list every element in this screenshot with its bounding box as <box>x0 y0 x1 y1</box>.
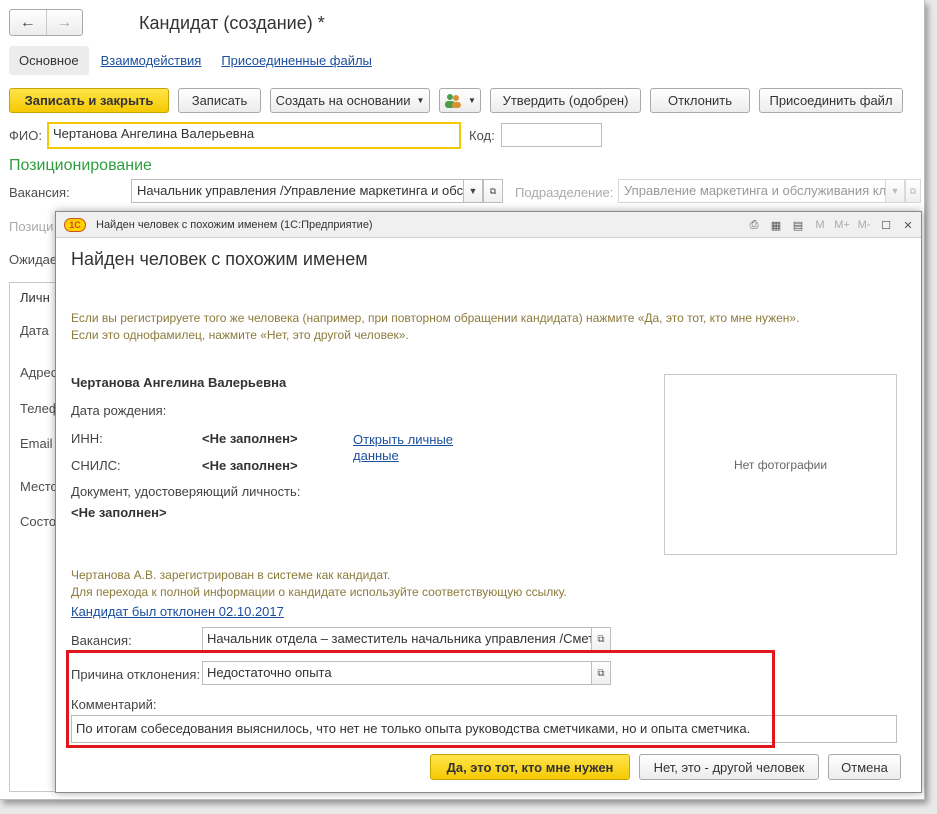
open-personal-data-link[interactable]: Открыть личные данные <box>353 432 453 464</box>
calculator-icon[interactable]: ▦ <box>767 216 785 234</box>
open-personal-data-line1: Открыть личные <box>353 432 454 447</box>
code-input[interactable] <box>501 123 602 147</box>
dropdown-caret-icon: ▼ <box>468 96 476 105</box>
identity-doc-value: <Не заполнен> <box>71 505 167 520</box>
yes-this-person-button[interactable]: Да, это тот, кто мне нужен <box>430 754 630 780</box>
users-menu-button[interactable]: ▼ <box>439 88 481 113</box>
snils-label: СНИЛС: <box>71 458 121 473</box>
tab-attached-files[interactable]: Присоединенные файлы <box>221 46 372 75</box>
fio-input[interactable]: Чертанова Ангелина Валерьевна <box>47 122 461 149</box>
phone-label-partial: Телеф <box>20 401 60 416</box>
email-label-partial: Email <box>20 436 53 451</box>
code-label: Код: <box>469 128 495 143</box>
snils-value: <Не заполнен> <box>202 458 298 473</box>
dialog-info-line2: Если это однофамилец, нажмите «Нет, это … <box>71 328 409 342</box>
address-label-partial: Адрес <box>20 365 58 380</box>
no-other-person-button[interactable]: Нет, это - другой человек <box>639 754 819 780</box>
division-open-icon: ⧉ <box>905 179 921 203</box>
tab-main[interactable]: Основное <box>9 46 89 75</box>
vacancy-open-icon[interactable]: ⧉ <box>483 179 503 203</box>
titlebar-icons: ⎙ ▦ ▤ M M+ M- ☐ ✕ <box>745 216 917 234</box>
close-icon[interactable]: ✕ <box>899 216 917 234</box>
calendar-icon[interactable]: ▤ <box>789 216 807 234</box>
form-toolbar: Записать и закрыть Записать Создать на о… <box>9 88 903 113</box>
person-name: Чертанова Ангелина Валерьевна <box>71 375 287 390</box>
tab-interactions[interactable]: Взаимодействия <box>101 46 202 75</box>
memory-plus-icon: M+ <box>834 219 850 231</box>
cancel-button[interactable]: Отмена <box>828 754 901 780</box>
inn-label: ИНН: <box>71 431 103 446</box>
nav-buttons: ← → <box>9 9 83 36</box>
no-photo-text: Нет фотографии <box>733 457 828 472</box>
tab-personal-partial[interactable]: Личн <box>20 290 50 305</box>
form-tabs: Основное Взаимодействия Присоединенные ф… <box>9 46 380 75</box>
identity-doc-label: Документ, удостоверяющий личность: <box>71 484 301 499</box>
personal-tab-panel: Личн Дата Адрес Телеф Email Место Состо <box>9 282 60 792</box>
place-label-partial: Место <box>20 479 58 494</box>
dialog-vacancy-field[interactable]: Начальник отдела – заместитель начальник… <box>202 627 592 651</box>
dialog-caption: Найден человек с похожим именем (1С:Пред… <box>96 218 373 231</box>
vacancy-label: Вакансия: <box>9 185 70 200</box>
reject-button[interactable]: Отклонить <box>650 88 750 113</box>
print-icon[interactable]: ⎙ <box>745 216 763 234</box>
photo-placeholder: Нет фотографии <box>664 374 897 555</box>
candidate-rejected-link[interactable]: Кандидат был отклонен 02.10.2017 <box>71 604 284 619</box>
create-based-on-label: Создать на основании <box>275 93 411 108</box>
1c-logo-icon: 1С <box>64 217 86 232</box>
status-label-partial: Состо <box>20 514 57 529</box>
division-label: Подразделение: <box>515 185 614 200</box>
dialog-buttons: Да, это тот, кто мне нужен Нет, это - др… <box>430 754 901 780</box>
users-icon <box>445 93 462 108</box>
division-input: Управление маркетинга и обслуживания кли <box>618 179 886 203</box>
position-label-partial: Позици <box>9 219 54 234</box>
division-dropdown-icon: ▼ <box>885 179 905 203</box>
open-personal-data-line2: данные <box>353 448 399 463</box>
memory-m-icon: M <box>815 219 825 231</box>
approve-button[interactable]: Утвердить (одобрен) <box>490 88 641 113</box>
vacancy-dropdown-icon[interactable]: ▼ <box>463 179 483 203</box>
inn-value: <Не заполнен> <box>202 431 298 446</box>
fio-label: ФИО: <box>9 128 42 143</box>
dialog-titlebar: 1С Найден человек с похожим именем (1С:П… <box>56 212 921 238</box>
registered-line1: Чертанова А.В. зарегистрирован в системе… <box>71 568 391 582</box>
highlight-frame <box>66 650 775 748</box>
registered-line2: Для перехода к полной информации о канди… <box>71 585 567 599</box>
attach-file-button[interactable]: Присоединить файл <box>759 88 903 113</box>
form-title: Кандидат (создание) * <box>139 13 325 33</box>
save-and-close-button[interactable]: Записать и закрыть <box>9 88 169 113</box>
dialog-vacancy-label: Вакансия: <box>71 633 132 648</box>
save-button[interactable]: Записать <box>178 88 261 113</box>
dialog-heading: Найден человек с похожим именем <box>71 249 368 269</box>
memory-minus-icon: M- <box>857 219 871 231</box>
back-arrow-icon[interactable]: ← <box>10 10 47 35</box>
birth-date-label: Дата рождения: <box>71 403 167 418</box>
date-label-partial: Дата <box>20 323 49 338</box>
section-positioning: Позиционирование <box>9 157 152 174</box>
vacancy-input[interactable]: Начальник управления /Управление маркети… <box>131 179 464 203</box>
dialog-info-line1: Если вы регистрируете того же человека (… <box>71 311 800 325</box>
create-based-on-button[interactable]: Создать на основании ▼ <box>270 88 430 113</box>
forward-arrow-icon[interactable]: → <box>47 10 83 35</box>
expected-label-partial: Ожидае <box>9 252 58 267</box>
maximize-icon[interactable]: ☐ <box>877 216 895 234</box>
similar-person-dialog: 1С Найден человек с похожим именем (1С:П… <box>55 211 922 793</box>
vacancy-open-icon[interactable]: ⧉ <box>591 627 611 651</box>
dropdown-caret-icon: ▼ <box>416 96 425 105</box>
